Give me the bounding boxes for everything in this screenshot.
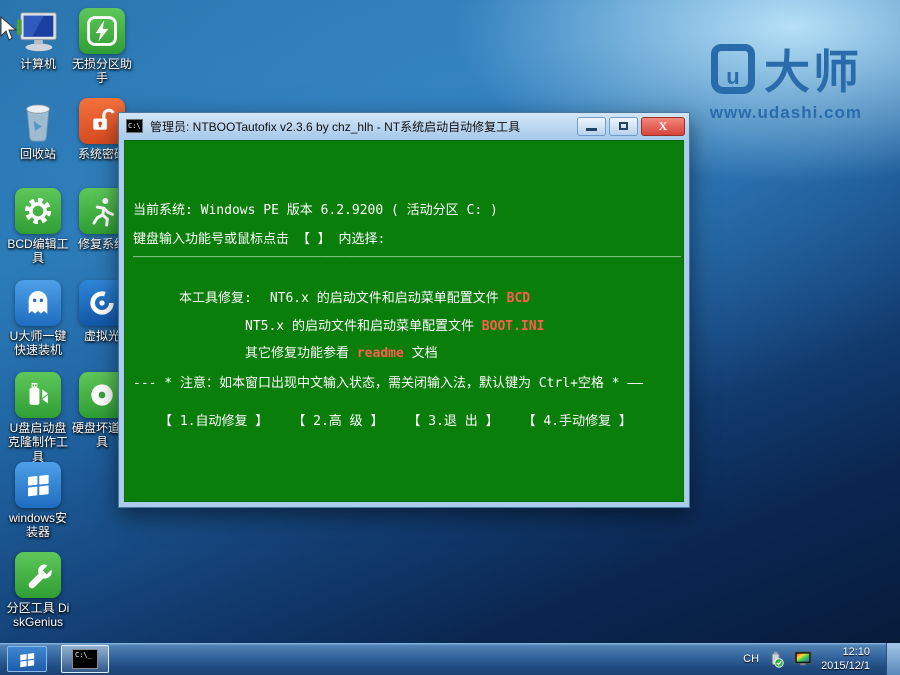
usb-tray-icon[interactable] bbox=[768, 651, 785, 668]
maximize-icon bbox=[619, 122, 628, 130]
computer-icon bbox=[15, 8, 61, 54]
show-desktop-button[interactable] bbox=[886, 643, 900, 675]
taskbar: C:\_ CH 12:10 2015/12/1 bbox=[0, 643, 900, 675]
taskbar-console-app-button[interactable]: C:\_ bbox=[61, 645, 109, 673]
desktop-icon-label: U大师一键快速装机 bbox=[6, 329, 70, 358]
desktop-icon-diskgenius[interactable]: 分区工具 DiskGenius bbox=[6, 552, 70, 630]
recycle-bin-icon bbox=[15, 98, 61, 144]
udashi-logo: u 大师 www.udashi.com bbox=[710, 36, 862, 123]
windows-logo-icon bbox=[15, 462, 61, 508]
console-area: 当前系统: Windows PE 版本 6.2.9200 ( 活动分区 C: )… bbox=[124, 140, 684, 502]
maximize-button[interactable] bbox=[609, 117, 638, 136]
wrench-icon bbox=[15, 552, 61, 598]
minimize-icon bbox=[586, 128, 597, 131]
desktop-icon-bcd-editor[interactable]: BCD编辑工具 bbox=[6, 188, 70, 266]
other-file: readme bbox=[357, 346, 404, 361]
desktop-icon-label: U盘启动盘克隆制作工具 bbox=[6, 421, 70, 464]
console-repair-nt5-line: NT5.x 的启动文件和启动菜单配置文件 BOOT.INI bbox=[245, 315, 544, 334]
mouse-cursor-icon bbox=[0, 16, 17, 42]
other-post: 文档 bbox=[412, 346, 438, 361]
desktop-icon-windows-installer[interactable]: windows安装器 bbox=[6, 462, 70, 540]
console-window-icon: C:\ bbox=[126, 119, 143, 133]
ghost-icon bbox=[15, 280, 61, 326]
console-separator: ________________________________________… bbox=[133, 243, 681, 258]
menu-option-auto-repair[interactable]: 【 1.自动修复 】 bbox=[159, 410, 268, 429]
nt5-text: NT5.x 的启动文件和启动菜单配置文件 bbox=[245, 319, 474, 334]
desktop-icon-label: 分区工具 DiskGenius bbox=[6, 601, 70, 630]
start-windows-icon bbox=[17, 650, 37, 668]
desktop-icon-usb-clone-tool[interactable]: U盘启动盘克隆制作工具 bbox=[6, 372, 70, 464]
menu-option-exit[interactable]: 【 3.退 出 】 bbox=[407, 410, 498, 429]
desktop-icon-label: windows安装器 bbox=[6, 511, 70, 540]
start-button[interactable] bbox=[7, 646, 47, 672]
udashi-u-icon: u bbox=[711, 44, 755, 94]
desktop-icon-label: 无损分区助手 bbox=[70, 57, 134, 86]
nt5-file: BOOT.INI bbox=[482, 319, 545, 334]
ntbootautofix-window: C:\ 管理员: NTBOOTautofix v2.3.6 by chz_hlh… bbox=[118, 112, 690, 508]
usb-drive-icon bbox=[15, 372, 61, 418]
nt6-file: BCD bbox=[507, 291, 530, 306]
console-app-icon: C:\_ bbox=[72, 649, 98, 669]
gear-icon bbox=[15, 188, 61, 234]
udashi-url: www.udashi.com bbox=[710, 103, 862, 123]
clock-date: 2015/12/1 bbox=[821, 659, 870, 673]
taskbar-clock[interactable]: 12:10 2015/12/1 bbox=[821, 645, 870, 674]
lightning-icon bbox=[79, 8, 125, 54]
desktop-icon-label: 计算机 bbox=[6, 57, 70, 71]
system-tray: CH 12:10 2015/12/1 bbox=[743, 643, 900, 675]
repair-label: 本工具修复: bbox=[179, 291, 252, 306]
clock-time: 12:10 bbox=[821, 645, 870, 659]
window-title: 管理员: NTBOOTautofix v2.3.6 by chz_hlh - N… bbox=[150, 118, 574, 135]
desktop-icon-label: 回收站 bbox=[6, 147, 70, 161]
close-button[interactable]: X bbox=[641, 117, 685, 136]
display-tray-icon[interactable] bbox=[794, 651, 812, 667]
window-titlebar[interactable]: C:\ 管理员: NTBOOTautofix v2.3.6 by chz_hlh… bbox=[119, 113, 689, 139]
console-repair-nt6-line: 本工具修复: NT6.x 的启动文件和启动菜单配置文件 BCD bbox=[179, 287, 530, 306]
menu-option-advanced[interactable]: 【 2.高 级 】 bbox=[292, 410, 383, 429]
console-note-line: --- * 注意：如本窗口出现中文输入状态，需关闭输入法，默认键为 Ctrl+空… bbox=[133, 372, 643, 391]
close-icon: X bbox=[659, 119, 668, 134]
other-pre: 其它修复功能参看 bbox=[245, 346, 349, 361]
desktop-icon-label: BCD编辑工具 bbox=[6, 237, 70, 266]
language-indicator[interactable]: CH bbox=[743, 653, 759, 665]
nt6-text: NT6.x 的启动文件和启动菜单配置文件 bbox=[270, 291, 499, 306]
console-other-line: 其它修复功能参看 readme 文档 bbox=[245, 342, 438, 361]
desktop-icon-udashi-installer[interactable]: U大师一键快速装机 bbox=[6, 280, 70, 358]
console-menu: 【 1.自动修复 】 【 2.高 级 】 【 3.退 出 】 【 4.手动修复 … bbox=[159, 410, 632, 429]
desktop-icon-partition-assistant[interactable]: 无损分区助手 bbox=[70, 8, 134, 86]
menu-option-manual-repair[interactable]: 【 4.手动修复 】 bbox=[523, 410, 632, 429]
minimize-button[interactable] bbox=[577, 117, 606, 136]
desktop-icon-recycle-bin[interactable]: 回收站 bbox=[6, 98, 70, 161]
udashi-brand-text: 大师 bbox=[764, 36, 862, 102]
console-system-line: 当前系统: Windows PE 版本 6.2.9200 ( 活动分区 C: ) bbox=[133, 199, 498, 218]
